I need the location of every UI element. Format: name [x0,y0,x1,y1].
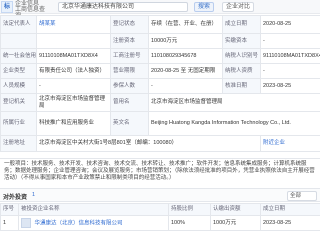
taxpayer-id-value: 91110108MA01TXD8X4 [260,48,320,64]
info-row: 法定代表人 胡某某 登记状态 存续（在营、开业、在册） 成立日期 2020-08… [0,15,320,34]
founded-value: 2020-08-25 [260,15,320,34]
staff-size-value: - [36,78,111,94]
col-header-amount: 认缴出资额 [210,203,261,216]
label-credit-code: 统一社会信用代码 [0,48,37,64]
row-no: 1 [0,215,19,231]
former-name-value: 北京市海淀区市场监督管理局 [148,93,320,112]
col-header-date: 成立日期 [260,203,320,216]
search-input[interactable]: 北京华通康达科技有限公司 [58,2,188,12]
label-industry: 所属行业 [0,111,37,136]
info-row: 统一社会信用代码 91110108MA01TXD8X4 工商注册号 110108… [0,48,320,64]
search-button[interactable]: 搜索 [194,2,215,12]
row-amount: 1000万元 [210,215,261,231]
term-value: 2020-08-25 至 无固定期限 [148,63,223,79]
authority-value: 北京市海淀区市场监督管理局 [36,93,111,112]
label-status: 登记状态 [110,15,149,34]
label-company-type: 企业类型 [0,63,37,79]
logo-icon: 标 [1,1,13,13]
business-info-table: 法定代表人 胡某某 登记状态 存续（在营、开业、在册） 成立日期 2020-08… [0,15,320,152]
compare-button[interactable]: 企业对比 [222,2,255,12]
info-row: 注册资本 10000万元 实缴资本 - [0,33,320,49]
insured-value: - [148,78,223,94]
company-logo-icon [21,218,31,228]
info-row: 登记机关 北京市海淀区市场监督管理局 曾用名 北京市海淀区市场监督管理局 [0,93,320,112]
top-bar: 标 企业信息 工商信息查询 北京华通康达科技有限公司 搜索 企业对比 [0,0,320,19]
label-empty [0,33,37,49]
investment-title: 对外投资 [3,195,28,201]
label-reg-capital: 注册资本 [110,33,149,49]
approval-value: 2023-08-25 [260,78,320,94]
table-row[interactable]: 1 华通康达（北京）信息科技有限公司 100% 1000万元 2023-08-2… [0,215,320,231]
info-row: 企业类型 有限责任公司（法人独资） 营业期限 2020-08-25 至 无固定期… [0,63,320,79]
reg-number-value: 110108029345678 [148,48,223,64]
label-reg-number: 工商注册号 [110,48,149,64]
business-scope: 一般项目：技术服务、技术开发、技术咨询、技术交流、技术转让、技术推广；软件开发；… [0,158,320,186]
row-company-cell: 华通康达（北京）信息科技有限公司 [18,215,169,231]
col-header-no: 序号 [0,203,19,216]
investment-count-badge: 1 [32,192,36,198]
status-value: 存续（在营、开业、在册） [148,15,223,34]
value-empty [36,33,111,49]
invested-company-link[interactable]: 华通康达（北京）信息科技有限公司 [35,220,123,226]
label-address: 注册地址 [0,135,37,152]
label-staff-size: 人员规模 [0,78,37,94]
label-legal-rep: 法定代表人 [0,15,37,34]
label-former-name: 曾用名 [110,93,149,112]
label-paid-capital: 实缴资本 [222,33,261,49]
legal-rep-link[interactable]: 胡某某 [36,15,111,34]
investment-filter-select[interactable]: 全部 [287,191,317,201]
info-row: 注册地址 北京市海淀区中关村大街1号8层801室（邮编：100080） 附近企业 [0,135,320,152]
col-header-name: 被投资企业名称 [18,203,169,216]
investment-table: 序号 被投资企业名称 持股比例 认缴出资额 成立日期 1 华通康达（北京）信息科… [0,203,320,231]
label-taxpayer-qual: 纳税人资质 [222,63,261,79]
label-insured: 参保人数 [110,78,149,94]
reg-capital-value: 10000万元 [148,33,223,49]
investment-section-header: 对外投资 1 全部 [0,188,320,202]
industry-value: 科技推广和应用服务业 [36,111,111,136]
taxpayer-qual-value: - [260,63,320,79]
label-term: 营业期限 [110,63,149,79]
info-row: 人员规模 - 参保人数 - 核准日期 2023-08-25 [0,78,320,94]
paid-capital-value: - [260,33,320,49]
english-name-value: Beijing Huatong Kangda Information Techn… [148,111,320,136]
company-type-value: 有限责任公司（法人独资） [36,63,111,79]
investment-header-row: 序号 被投资企业名称 持股比例 认缴出资额 成立日期 [0,203,320,216]
label-approval: 核准日期 [222,78,261,94]
row-ratio: 100% [168,215,211,231]
info-row: 所属行业 科技推广和应用服务业 英文名 Beijing Huatong Kang… [0,111,320,136]
label-authority: 登记机关 [0,93,37,112]
label-english-name: 英文名 [110,111,149,136]
label-founded: 成立日期 [222,15,261,34]
nearby-link[interactable]: 附近企业 [260,135,320,152]
address-value: 北京市海淀区中关村大街1号8层801室（邮编：100080） [36,135,261,152]
row-date: 2023-08-25 [260,215,320,231]
credit-code-value: 91110108MA01TXD8X4 [36,48,111,64]
label-taxpayer-id: 纳税人识别号 [222,48,261,64]
col-header-ratio: 持股比例 [168,203,211,216]
